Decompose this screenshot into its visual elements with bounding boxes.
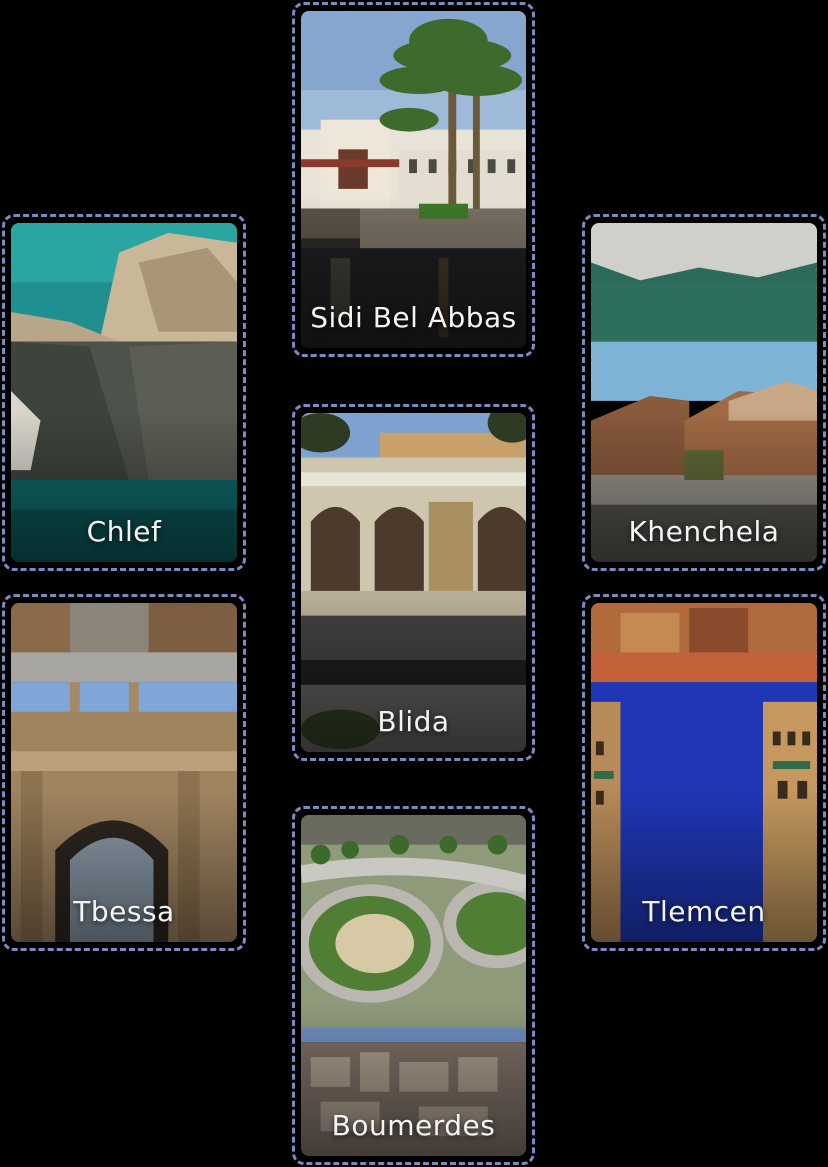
city-card-chlef[interactable]: Chlef — [11, 223, 237, 562]
city-name: Khenchela — [628, 515, 780, 548]
city-card-tlemcen[interactable]: Tlemcen — [591, 603, 817, 942]
city-card-tlemcen-frame: Tlemcen — [582, 594, 826, 951]
city-name: Tbessa — [73, 895, 175, 928]
city-name: Chlef — [86, 515, 162, 548]
city-card-khenchela[interactable]: Khenchela — [591, 223, 817, 562]
city-card-chlef-frame: Chlef — [2, 214, 246, 571]
city-card-blida-frame: Blida — [292, 404, 535, 761]
city-card-blida[interactable]: Blida — [301, 413, 526, 752]
city-card-boumerdes-frame: Boumerdes — [292, 806, 535, 1165]
city-card-tbessa-frame: Tbessa — [2, 594, 246, 951]
city-card-khenchela-frame: Khenchela — [582, 214, 826, 571]
city-card-sidi-bel-abbas[interactable]: Sidi Bel Abbas — [301, 11, 526, 348]
city-name: Sidi Bel Abbas — [310, 301, 517, 334]
city-name: Blida — [377, 705, 450, 738]
city-name: Boumerdes — [331, 1109, 496, 1142]
city-name: Tlemcen — [642, 895, 766, 928]
city-card-boumerdes[interactable]: Boumerdes — [301, 815, 526, 1156]
city-card-sidi-bel-abbas-frame: Sidi Bel Abbas — [292, 2, 535, 357]
city-card-tbessa[interactable]: Tbessa — [11, 603, 237, 942]
